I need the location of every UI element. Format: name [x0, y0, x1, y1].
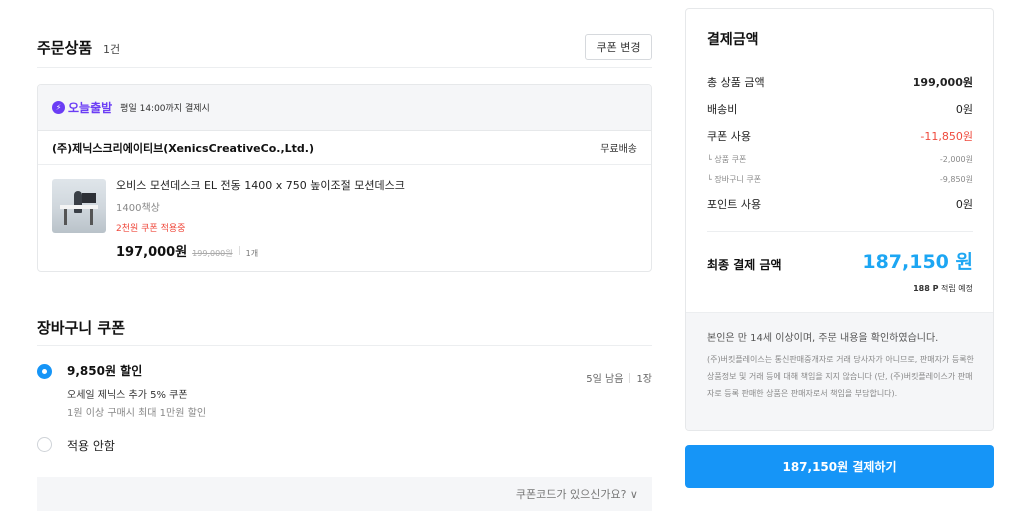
coupon-count: 1장 — [636, 374, 652, 385]
divider — [238, 246, 240, 255]
today-shipping-badge: 오늘출발 — [68, 101, 113, 115]
coupon-code-bar[interactable]: 쿠폰코드가 있으신가요? ∨ — [37, 477, 652, 511]
broker-notice: (주)버킷플레이스는 통신판매중개자로 거래 당사자가 아니므로, 판매자가 등… — [707, 355, 974, 398]
today-shipping-desc: 평일 14:00까지 결제시 — [120, 104, 210, 114]
divider — [629, 372, 631, 383]
no-coupon-label[interactable]: 적용 안함 — [67, 437, 115, 454]
order-items-count: 1건 — [103, 43, 121, 56]
coupon-radio-selected[interactable] — [37, 364, 52, 379]
coupon-meta: 5일 남음 1장 — [586, 370, 652, 385]
today-shipping-bar: ⚡ 오늘출발 평일 14:00까지 결제시 — [38, 85, 651, 131]
shipping-row: 배송비 0원 — [707, 101, 973, 117]
product-name[interactable]: 오비스 모션데스크 EL 전동 1400 x 750 높이조절 모션데스크 — [116, 177, 405, 193]
coupon-condition: 1원 이상 구매시 최대 1만원 할인 — [67, 408, 207, 419]
coupon-radio-none[interactable] — [37, 437, 52, 452]
points-earn-suffix: 적립 예정 — [941, 284, 973, 293]
final-amount-label: 최종 결제 금액 — [707, 258, 782, 272]
points-earn-value: 188 P — [913, 284, 939, 293]
shipping-label: 배송비 — [707, 103, 738, 116]
order-items-header: 주문상품 1건 쿠폰 변경 — [37, 32, 652, 68]
shipping-fee-label: 무료배송 — [600, 144, 637, 155]
product-coupon-row: └ 상품 쿠폰 -2,000원 — [707, 154, 973, 165]
coupon-row: 쿠폰 사용 -11,850원 — [707, 128, 973, 144]
agreement-text: 본인은 만 14세 이상이며, 주문 내용을 확인하였습니다. — [707, 333, 939, 344]
coupon-name: 오세일 제닉스 추가 5% 쿠폰 — [67, 390, 188, 401]
pay-button[interactable]: 187,150원 결제하기 — [685, 445, 994, 488]
cart-coupon-header: 장바구니 쿠폰 — [37, 312, 652, 346]
order-item-card: ⚡ 오늘출발 평일 14:00까지 결제시 (주)제닉스크리에이티브(Xenic… — [37, 84, 652, 272]
seller-name: (주)제닉스크리에이티브(XenicsCreativeCo.,Ltd.) — [52, 141, 314, 155]
coupon-code-toggle[interactable]: 쿠폰코드가 있으신가요? ∨ — [516, 486, 638, 502]
coupon-discount-amount[interactable]: 9,850원 할인 — [67, 362, 142, 379]
point-row: 포인트 사용 0원 — [707, 196, 973, 212]
cart-coupon-title: 장바구니 쿠폰 — [37, 319, 126, 337]
product-price-row: 197,000원 199,000원 1개 — [116, 241, 258, 260]
coupon-change-button[interactable]: 쿠폰 변경 — [585, 34, 652, 60]
cart-coupon-label: └ 장바구니 쿠폰 — [707, 175, 762, 184]
total-label: 총 상품 금액 — [707, 76, 765, 89]
seller-row: (주)제닉스크리에이티브(XenicsCreativeCo.,Ltd.) 무료배… — [38, 131, 651, 165]
order-items-title: 주문상품 — [37, 39, 93, 57]
product-coupon-label: └ 상품 쿠폰 — [707, 155, 747, 164]
product-coupon-value: -2,000원 — [939, 155, 973, 164]
product-original-price: 199,000원 — [192, 249, 233, 258]
shipping-value: 0원 — [955, 103, 973, 116]
cart-coupon-row: └ 장바구니 쿠폰 -9,850원 — [707, 174, 973, 185]
product-row: 오비스 모션데스크 EL 전동 1400 x 750 높이조절 모션데스크 14… — [38, 165, 651, 271]
product-price: 197,000원 — [116, 245, 188, 260]
product-coupon-note: 2천원 쿠폰 적용중 — [116, 224, 186, 234]
payment-title: 결제금액 — [707, 32, 759, 48]
divider — [707, 231, 973, 232]
cart-coupon-value: -9,850원 — [939, 175, 973, 184]
product-option: 1400책상 — [116, 203, 160, 214]
points-earn: 188 P 적립 예정 — [913, 283, 973, 294]
total-row: 총 상품 금액 199,000원 — [707, 74, 973, 90]
agreement-section: 본인은 만 14세 이상이며, 주문 내용을 확인하였습니다. (주)버킷플레이… — [686, 312, 993, 430]
coupon-use-value: -11,850원 — [920, 130, 973, 143]
final-amount-value: 187,150 원 — [862, 251, 973, 273]
point-use-value: 0원 — [955, 198, 973, 211]
point-use-label: 포인트 사용 — [707, 198, 762, 211]
coupon-days-left: 5일 남음 — [586, 374, 624, 385]
payment-summary-panel: 결제금액 총 상품 금액 199,000원 배송비 0원 쿠폰 사용 -11,8… — [685, 8, 994, 431]
coupon-use-label: 쿠폰 사용 — [707, 130, 751, 143]
product-quantity: 1개 — [245, 249, 259, 258]
total-value: 199,000원 — [912, 76, 973, 89]
product-thumbnail[interactable] — [52, 179, 106, 233]
lightning-icon: ⚡ — [52, 101, 65, 114]
